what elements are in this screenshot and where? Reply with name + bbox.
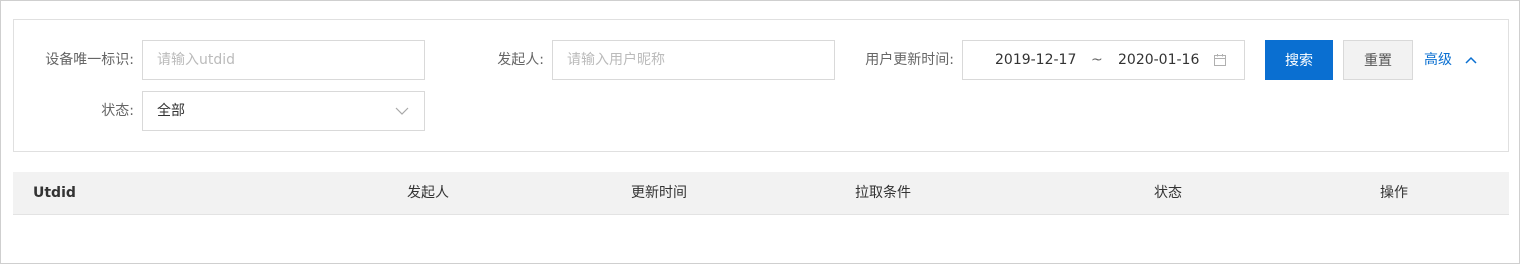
date-range-picker[interactable]: 2019-12-17 ~ 2020-01-16 xyxy=(962,40,1245,80)
column-header-pull-conditions: 拉取条件 xyxy=(855,185,911,201)
chevron-down-icon xyxy=(395,107,409,115)
date-separator: ~ xyxy=(1091,52,1103,68)
date-start[interactable]: 2019-12-17 xyxy=(995,41,1076,79)
search-filter-panel: 设备唯一标识: 发起人: 用户更新时间: 2019-12-17 ~ 2020-0… xyxy=(13,19,1509,152)
column-header-update-time: 更新时间 xyxy=(631,185,687,201)
utdid-input-box[interactable] xyxy=(142,40,425,80)
update-time-label: 用户更新时间: xyxy=(865,52,954,68)
status-selected-value: 全部 xyxy=(157,103,185,119)
column-header-actions: 操作 xyxy=(1380,185,1408,201)
advanced-toggle[interactable]: 高级 xyxy=(1424,40,1484,80)
column-header-initiator: 发起人 xyxy=(407,185,449,201)
chevron-up-icon xyxy=(1465,56,1477,64)
search-button[interactable]: 搜索 xyxy=(1265,40,1333,80)
utdid-label: 设备唯一标识: xyxy=(45,52,134,68)
advanced-label: 高级 xyxy=(1424,52,1452,68)
date-end[interactable]: 2020-01-16 xyxy=(1118,41,1199,79)
initiator-input-box[interactable] xyxy=(552,40,835,80)
initiator-input[interactable] xyxy=(553,41,834,79)
status-label: 状态: xyxy=(101,103,134,119)
column-header-status: 状态 xyxy=(1154,185,1182,201)
column-header-utdid: Utdid xyxy=(33,185,76,201)
reset-button[interactable]: 重置 xyxy=(1343,40,1413,80)
status-select[interactable]: 全部 xyxy=(142,91,425,131)
table-header: Utdid 发起人 更新时间 拉取条件 状态 操作 xyxy=(13,172,1509,215)
initiator-label: 发起人: xyxy=(497,52,544,68)
calendar-icon[interactable] xyxy=(1213,53,1227,67)
utdid-input[interactable] xyxy=(143,41,424,79)
